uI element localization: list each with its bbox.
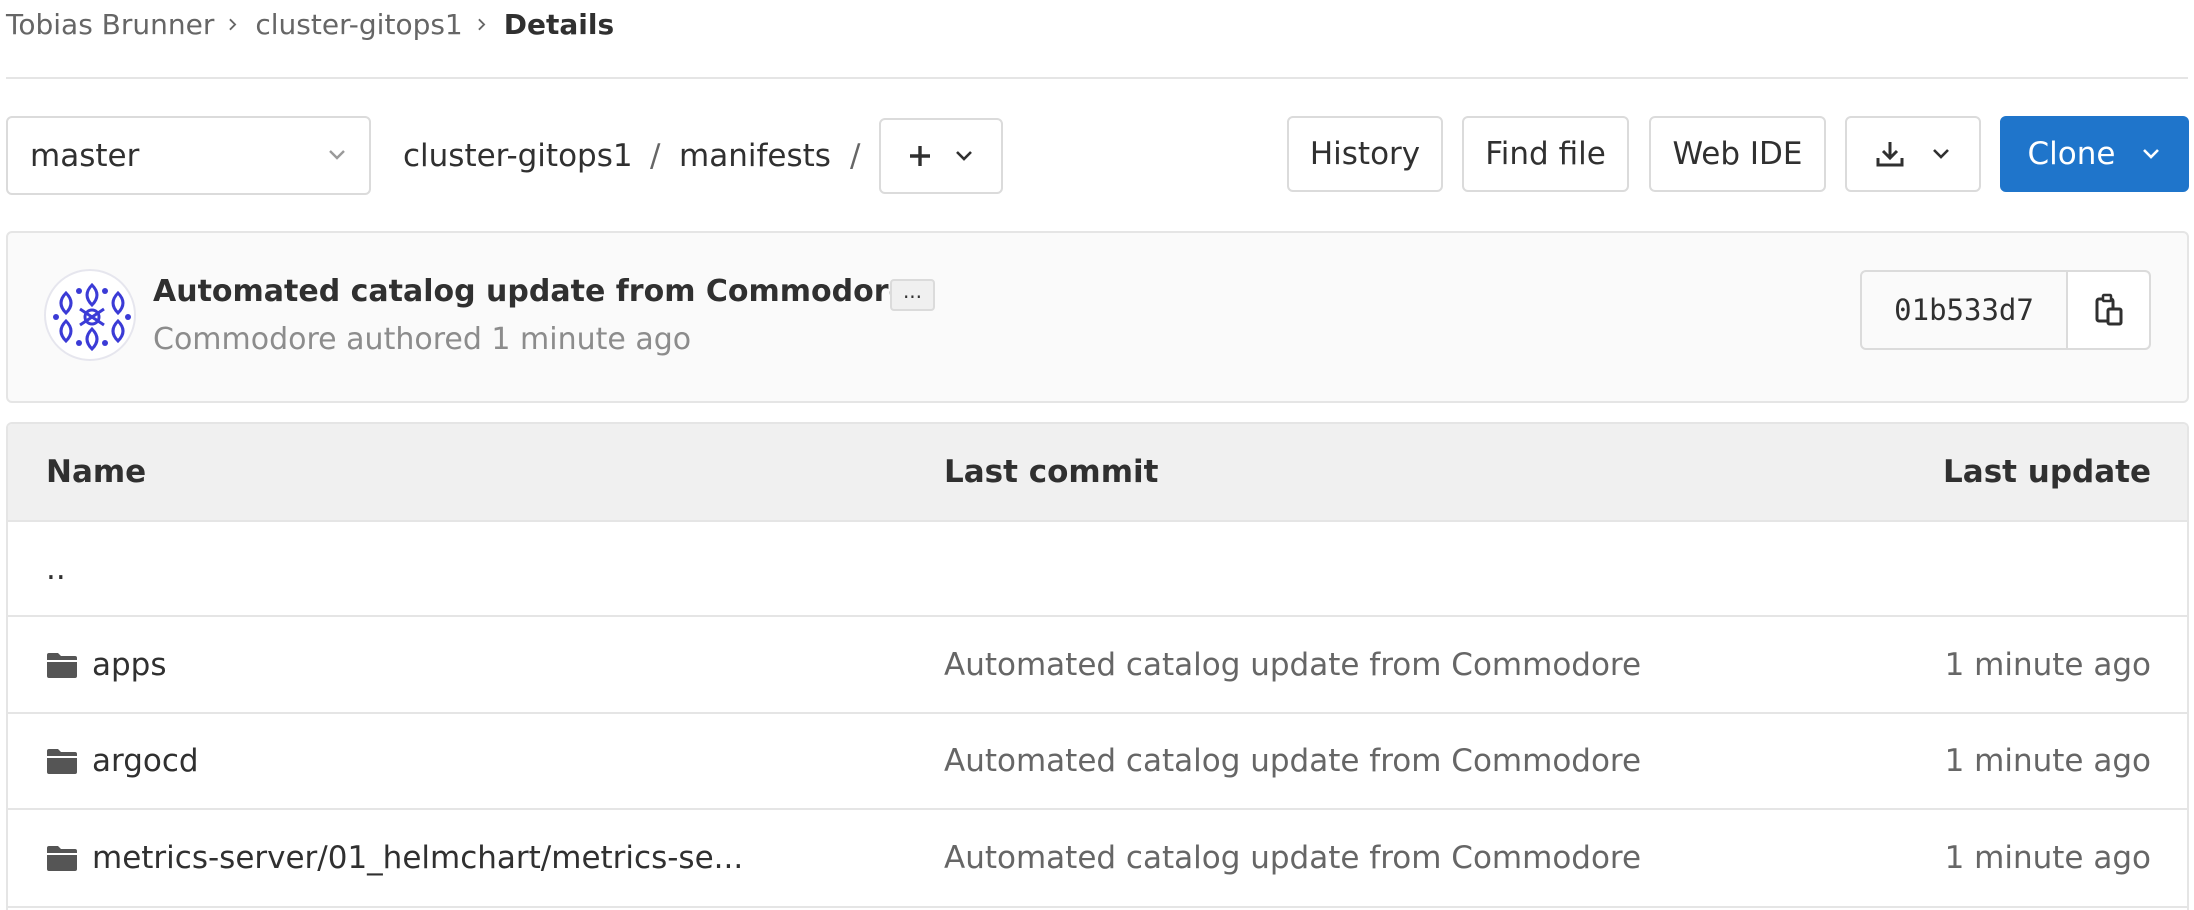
clone-button[interactable]: Clone bbox=[2000, 116, 2189, 192]
breadcrumb-divider bbox=[6, 77, 2188, 79]
breadcrumb: Tobias Brunner cluster-gitops1 Details bbox=[6, 0, 614, 48]
find-file-button[interactable]: Find file bbox=[1462, 116, 1629, 192]
commit-sha-group: 01b533d7 bbox=[1860, 270, 2151, 350]
commit-sha[interactable]: 01b533d7 bbox=[1862, 272, 2068, 348]
file-name-cell[interactable]: metrics-server/01_helmchart/metrics-se..… bbox=[46, 810, 743, 906]
last-update-time: 1 minute ago bbox=[1944, 646, 2151, 683]
chevron-down-icon bbox=[956, 151, 972, 161]
path-separator: / bbox=[650, 137, 661, 174]
chevron-right-icon bbox=[229, 18, 237, 30]
folder-icon bbox=[47, 652, 77, 678]
table-row[interactable]: metrics-server/01_helmchart/metrics-se..… bbox=[8, 810, 2187, 908]
last-commit-link[interactable]: Automated catalog update from Commodore bbox=[944, 617, 1641, 712]
commit-author-meta: Commodore authored 1 minute ago bbox=[153, 322, 692, 357]
column-header-last-update: Last update bbox=[1943, 454, 2151, 490]
folder-icon bbox=[47, 846, 77, 871]
path-folder[interactable]: manifests bbox=[679, 116, 831, 195]
folder-icon bbox=[47, 749, 77, 774]
chevron-down-icon bbox=[2143, 149, 2160, 159]
copy-sha-button[interactable] bbox=[2068, 272, 2149, 348]
web-ide-button[interactable]: Web IDE bbox=[1649, 116, 1826, 192]
path-root[interactable]: cluster-gitops1 bbox=[403, 116, 633, 195]
breadcrumb-item-owner[interactable]: Tobias Brunner bbox=[6, 8, 214, 41]
last-commit-link[interactable]: Automated catalog update from Commodore bbox=[944, 714, 1641, 808]
file-name-cell[interactable]: apps bbox=[46, 617, 167, 712]
file-name: metrics-server/01_helmchart/metrics-se..… bbox=[92, 840, 744, 876]
add-to-tree-button[interactable] bbox=[879, 118, 1003, 194]
branch-selector[interactable]: master bbox=[6, 116, 371, 195]
chevron-down-icon bbox=[1933, 149, 1949, 159]
parent-directory-link[interactable]: .. bbox=[46, 522, 66, 615]
breadcrumb-item-project[interactable]: cluster-gitops1 bbox=[255, 8, 462, 41]
chevron-right-icon bbox=[478, 18, 486, 30]
identicon-avatar bbox=[53, 282, 131, 352]
column-header-name: Name bbox=[46, 454, 147, 490]
table-header: Name Last commit Last update bbox=[8, 424, 2187, 522]
history-button[interactable]: History bbox=[1287, 116, 1443, 192]
commit-title[interactable]: Automated catalog update from Commodore bbox=[153, 274, 909, 309]
file-name-cell[interactable]: argocd bbox=[46, 714, 199, 808]
table-row[interactable]: apps Automated catalog update from Commo… bbox=[8, 617, 2187, 714]
path-separator: / bbox=[850, 137, 861, 174]
plus-icon bbox=[910, 146, 930, 166]
branch-name: master bbox=[30, 137, 140, 174]
column-header-last-commit: Last commit bbox=[944, 454, 1159, 490]
copy-icon bbox=[2095, 293, 2122, 326]
last-commit-link[interactable]: Automated catalog update from Commodore bbox=[944, 810, 1641, 906]
breadcrumb-current[interactable]: Details bbox=[504, 8, 614, 41]
last-update-time: 1 minute ago bbox=[1944, 840, 2151, 876]
file-name: apps bbox=[92, 646, 167, 683]
chevron-down-icon bbox=[329, 150, 345, 160]
download-button[interactable] bbox=[1845, 116, 1981, 192]
parent-directory-row[interactable]: .. bbox=[8, 522, 2187, 617]
last-update-time: 1 minute ago bbox=[1944, 743, 2151, 779]
clone-label: Clone bbox=[2027, 136, 2116, 172]
file-tree-table: Name Last commit Last update .. apps Aut… bbox=[6, 422, 2189, 910]
toggle-commit-description-button[interactable]: ... bbox=[890, 279, 935, 311]
download-icon bbox=[1876, 142, 1904, 167]
file-name: argocd bbox=[92, 743, 199, 779]
avatar[interactable] bbox=[44, 269, 136, 361]
table-row[interactable]: argocd Automated catalog update from Com… bbox=[8, 714, 2187, 810]
